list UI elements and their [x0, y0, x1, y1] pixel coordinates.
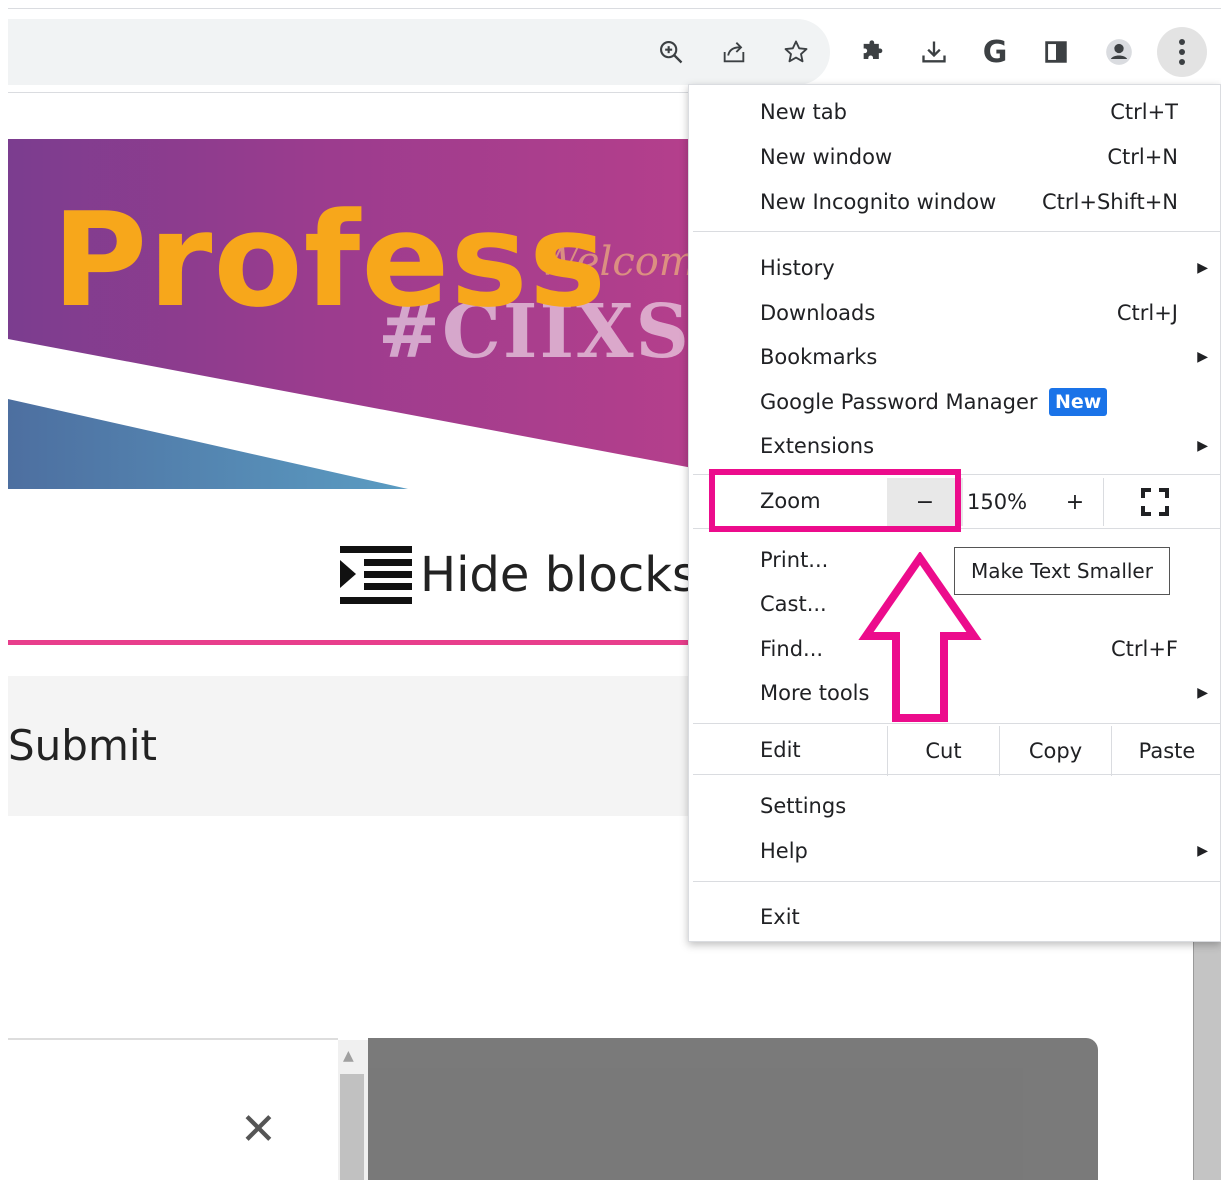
zoom-level-value: 150% [967, 490, 1028, 514]
menu-item-shortcut: Ctrl+Shift+N [1042, 190, 1178, 214]
menu-item-label: Cast... [760, 592, 827, 616]
submenu-arrow-icon: ▶ [1197, 438, 1208, 454]
side-panel-icon[interactable] [1037, 33, 1075, 71]
menu-item-label: Extensions [760, 434, 875, 458]
close-icon[interactable]: ✕ [240, 1108, 277, 1152]
menu-item-label: Google Password Manager [760, 390, 1038, 414]
menu-item-label: Help [760, 839, 808, 863]
menu-item-label: Downloads [760, 301, 876, 325]
zoom-in-button[interactable]: + [1053, 478, 1097, 526]
zoom-divider [1103, 478, 1104, 526]
zoom-highlight-box [709, 469, 961, 532]
submenu-arrow-icon: ▶ [1197, 260, 1208, 276]
share-icon[interactable] [715, 33, 753, 71]
menu-item-label: Exit [760, 905, 800, 929]
new-badge: New [1049, 388, 1108, 416]
menu-item-extensions[interactable]: Extensions ▶ [689, 424, 1221, 468]
menu-item-label: History [760, 256, 835, 280]
menu-item-bookmarks[interactable]: Bookmarks ▶ [689, 335, 1221, 379]
copy-button[interactable]: Copy [999, 726, 1111, 776]
menu-item-exit[interactable]: Exit [689, 895, 1221, 939]
menu-item-shortcut: Ctrl+T [1110, 100, 1178, 124]
up-arrow-annotation-icon [858, 552, 982, 722]
three-dots-icon[interactable] [1157, 27, 1207, 77]
fullscreen-icon[interactable] [1135, 482, 1175, 522]
submenu-arrow-icon: ▶ [1197, 843, 1208, 859]
submit-label: Submit [8, 721, 157, 770]
page-scrollbar[interactable] [1193, 940, 1221, 1180]
menu-item-label: Settings [760, 794, 847, 818]
menu-item-new-window[interactable]: New window Ctrl+N [689, 135, 1221, 179]
scrollbar-thumb[interactable] [340, 1074, 364, 1180]
indent-icon [340, 546, 412, 604]
hide-blocks-button[interactable]: Hide blocks [340, 545, 697, 605]
cut-button[interactable]: Cut [887, 726, 999, 776]
edit-label: Edit [760, 738, 801, 762]
menu-separator [693, 881, 1221, 882]
submenu-arrow-icon: ▶ [1197, 685, 1208, 701]
star-icon[interactable] [777, 33, 815, 71]
menu-item-shortcut: Ctrl+J [1116, 301, 1178, 325]
hide-blocks-label: Hide blocks [420, 547, 698, 603]
menu-item-google-password-manager[interactable]: Google Password Manager New [689, 380, 1221, 424]
gray-preview-inner [368, 1068, 1023, 1180]
toolbar-top-border [8, 8, 1221, 9]
menu-item-settings[interactable]: Settings [689, 784, 1221, 828]
divider-line [8, 640, 698, 645]
puzzle-icon[interactable] [854, 33, 892, 71]
menu-item-history[interactable]: History ▶ [689, 246, 1221, 290]
bottom-dialog-panel [8, 1038, 338, 1180]
hero-banner: Welcome #CIIXSTSM Profess [8, 139, 698, 489]
zoom-out-tooltip: Make Text Smaller [954, 547, 1170, 595]
menu-item-label: New window [760, 145, 893, 169]
menu-item-label: Bookmarks [760, 345, 878, 369]
banner-title: Profess [52, 184, 608, 336]
profile-icon[interactable] [1100, 33, 1138, 71]
address-bar[interactable] [8, 19, 830, 85]
menu-item-new-tab[interactable]: New tab Ctrl+T [689, 90, 1221, 134]
menu-item-label: More tools [760, 681, 870, 705]
menu-item-downloads[interactable]: Downloads Ctrl+J [689, 291, 1221, 335]
google-icon[interactable]: G [976, 33, 1014, 71]
menu-separator [693, 231, 1221, 232]
menu-item-help[interactable]: Help ▶ [689, 829, 1221, 873]
paste-button[interactable]: Paste [1111, 726, 1221, 776]
menu-separator [693, 774, 1221, 775]
toolbar-bottom-border [8, 92, 708, 93]
menu-item-label: New tab [760, 100, 847, 124]
menu-item-label: Print... [760, 548, 829, 572]
zoom-in-icon[interactable] [652, 33, 690, 71]
menu-item-new-incognito-window[interactable]: New Incognito window Ctrl+Shift+N [689, 180, 1221, 224]
menu-item-label: Find... [760, 637, 824, 661]
menu-item-shortcut: Ctrl+N [1107, 145, 1178, 169]
menu-item-shortcut: Ctrl+F [1110, 637, 1178, 661]
submenu-arrow-icon: ▶ [1197, 349, 1208, 365]
menu-item-label: New Incognito window [760, 190, 997, 214]
menu-item-edit: Edit Cut Copy Paste [689, 726, 1221, 776]
scroll-up-arrow-icon[interactable]: ▲ [343, 1048, 354, 1064]
download-icon[interactable] [915, 33, 953, 71]
submit-bar[interactable]: Submit [8, 676, 698, 816]
